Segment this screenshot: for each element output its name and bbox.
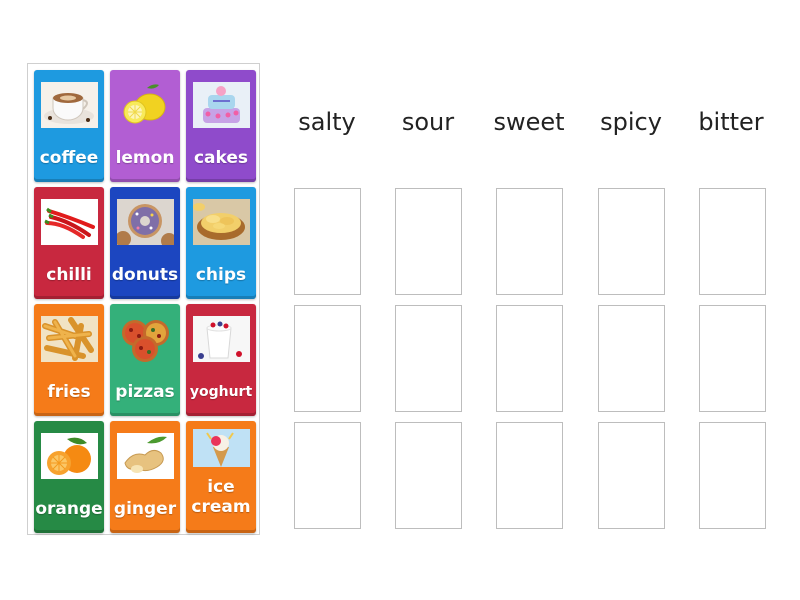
column-header-sour: sour (401, 108, 455, 136)
drop-slot-sour-3[interactable] (395, 422, 462, 529)
card-coffee[interactable]: coffee (34, 70, 104, 182)
card-donuts[interactable]: donuts (110, 187, 180, 299)
chips-image (193, 199, 250, 245)
card-pizzas[interactable]: pizzas (110, 304, 180, 416)
card-cakes[interactable]: cakes (186, 70, 256, 182)
cake-image (193, 82, 250, 128)
card-ginger[interactable]: ginger (110, 421, 180, 533)
ginger-image (117, 433, 174, 479)
card-label: yoghurt (189, 384, 253, 400)
lemon-image (117, 82, 174, 128)
yoghurt-image (193, 316, 250, 362)
ice-cream-image (193, 429, 250, 467)
drop-slot-bitter-3[interactable] (699, 422, 766, 529)
card-label: ginger (113, 499, 177, 519)
card-label: donuts (111, 265, 179, 285)
orange-image (41, 433, 98, 479)
card-label: chilli (46, 265, 92, 285)
card-label: ice cream (191, 477, 251, 517)
drop-slot-spicy-1[interactable] (598, 188, 665, 295)
card-label: lemon (115, 148, 175, 168)
card-label: orange (35, 499, 103, 519)
card-chips[interactable]: chips (186, 187, 256, 299)
drop-slot-bitter-1[interactable] (699, 188, 766, 295)
card-label: chips (195, 265, 247, 285)
drop-slot-sour-2[interactable] (395, 305, 462, 412)
drop-slot-sour-1[interactable] (395, 188, 462, 295)
column-header-sweet: sweet (493, 108, 565, 136)
column-header-salty: salty (298, 108, 356, 136)
card-label: fries (47, 382, 91, 402)
drop-slot-sweet-2[interactable] (496, 305, 563, 412)
card-label: cakes (193, 148, 249, 168)
chilli-image (41, 199, 98, 245)
fries-image (41, 316, 98, 362)
card-tray: coffee lemon cakes chilli donuts chips f… (27, 63, 260, 535)
card-fries[interactable]: fries (34, 304, 104, 416)
pizza-image (117, 316, 174, 362)
card-label: coffee (39, 148, 99, 168)
drop-slot-salty-1[interactable] (294, 188, 361, 295)
card-label: pizzas (115, 382, 175, 402)
drop-slot-spicy-3[interactable] (598, 422, 665, 529)
card-chilli[interactable]: chilli (34, 187, 104, 299)
drop-slot-spicy-2[interactable] (598, 305, 665, 412)
drop-slot-sweet-1[interactable] (496, 188, 563, 295)
coffee-cup-image (41, 82, 98, 128)
column-header-spicy: spicy (600, 108, 662, 136)
donut-image (117, 199, 174, 245)
card-lemon[interactable]: lemon (110, 70, 180, 182)
card-yoghurt[interactable]: yoghurt (186, 304, 256, 416)
drop-slot-bitter-2[interactable] (699, 305, 766, 412)
column-header-bitter: bitter (698, 108, 764, 136)
drop-slot-salty-2[interactable] (294, 305, 361, 412)
drop-slot-salty-3[interactable] (294, 422, 361, 529)
drop-slot-sweet-3[interactable] (496, 422, 563, 529)
card-orange[interactable]: orange (34, 421, 104, 533)
card-ice-cream[interactable]: ice cream (186, 421, 256, 533)
